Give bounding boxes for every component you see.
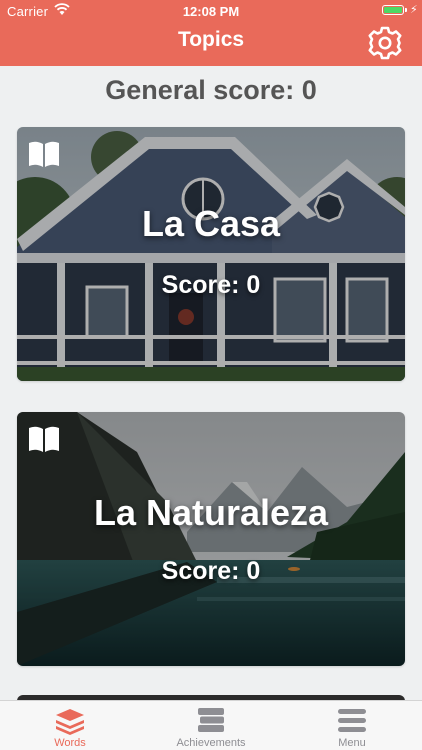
status-time: 12:08 PM (182, 4, 240, 19)
tab-words[interactable]: Words (0, 701, 140, 750)
top-bar: Carrier 12:08 PM ⚡ Topics (0, 0, 422, 66)
topic-score: Score: 0 (161, 271, 261, 299)
general-score: General score: 0 (105, 75, 317, 105)
tab-menu[interactable]: Menu (282, 701, 422, 750)
gear-icon[interactable] (366, 24, 404, 62)
topic-card-la-casa[interactable]: La Casa Score: 0 (17, 127, 405, 381)
card-shade (17, 412, 405, 666)
charging-icon: ⚡ (410, 4, 418, 16)
menu-icon (338, 709, 366, 732)
book-icon (29, 426, 59, 452)
tab-label: Achievements (176, 737, 246, 749)
stack-icon (56, 709, 84, 735)
app: Carrier 12:08 PM ⚡ Topics General score:… (0, 0, 422, 750)
status-bar: Carrier 12:08 PM ⚡ (0, 0, 422, 22)
books-icon (198, 708, 224, 732)
battery-tip (405, 8, 407, 12)
topic-card-la-naturaleza[interactable]: La Naturaleza Score: 0 (17, 412, 405, 666)
tab-achievements[interactable]: Achievements (141, 701, 281, 750)
battery-icon (382, 5, 404, 15)
tab-label: Words (54, 737, 86, 749)
tab-label: Menu (338, 737, 366, 749)
battery-level (384, 7, 402, 13)
topic-title: La Casa (141, 203, 281, 244)
book-icon (29, 141, 59, 167)
tab-bar: Words Achievements Menu (0, 700, 422, 750)
topic-title: La Naturaleza (93, 492, 329, 533)
nav-title: Topics (177, 28, 245, 51)
card-shade (17, 127, 405, 381)
topic-score: Score: 0 (161, 557, 261, 585)
